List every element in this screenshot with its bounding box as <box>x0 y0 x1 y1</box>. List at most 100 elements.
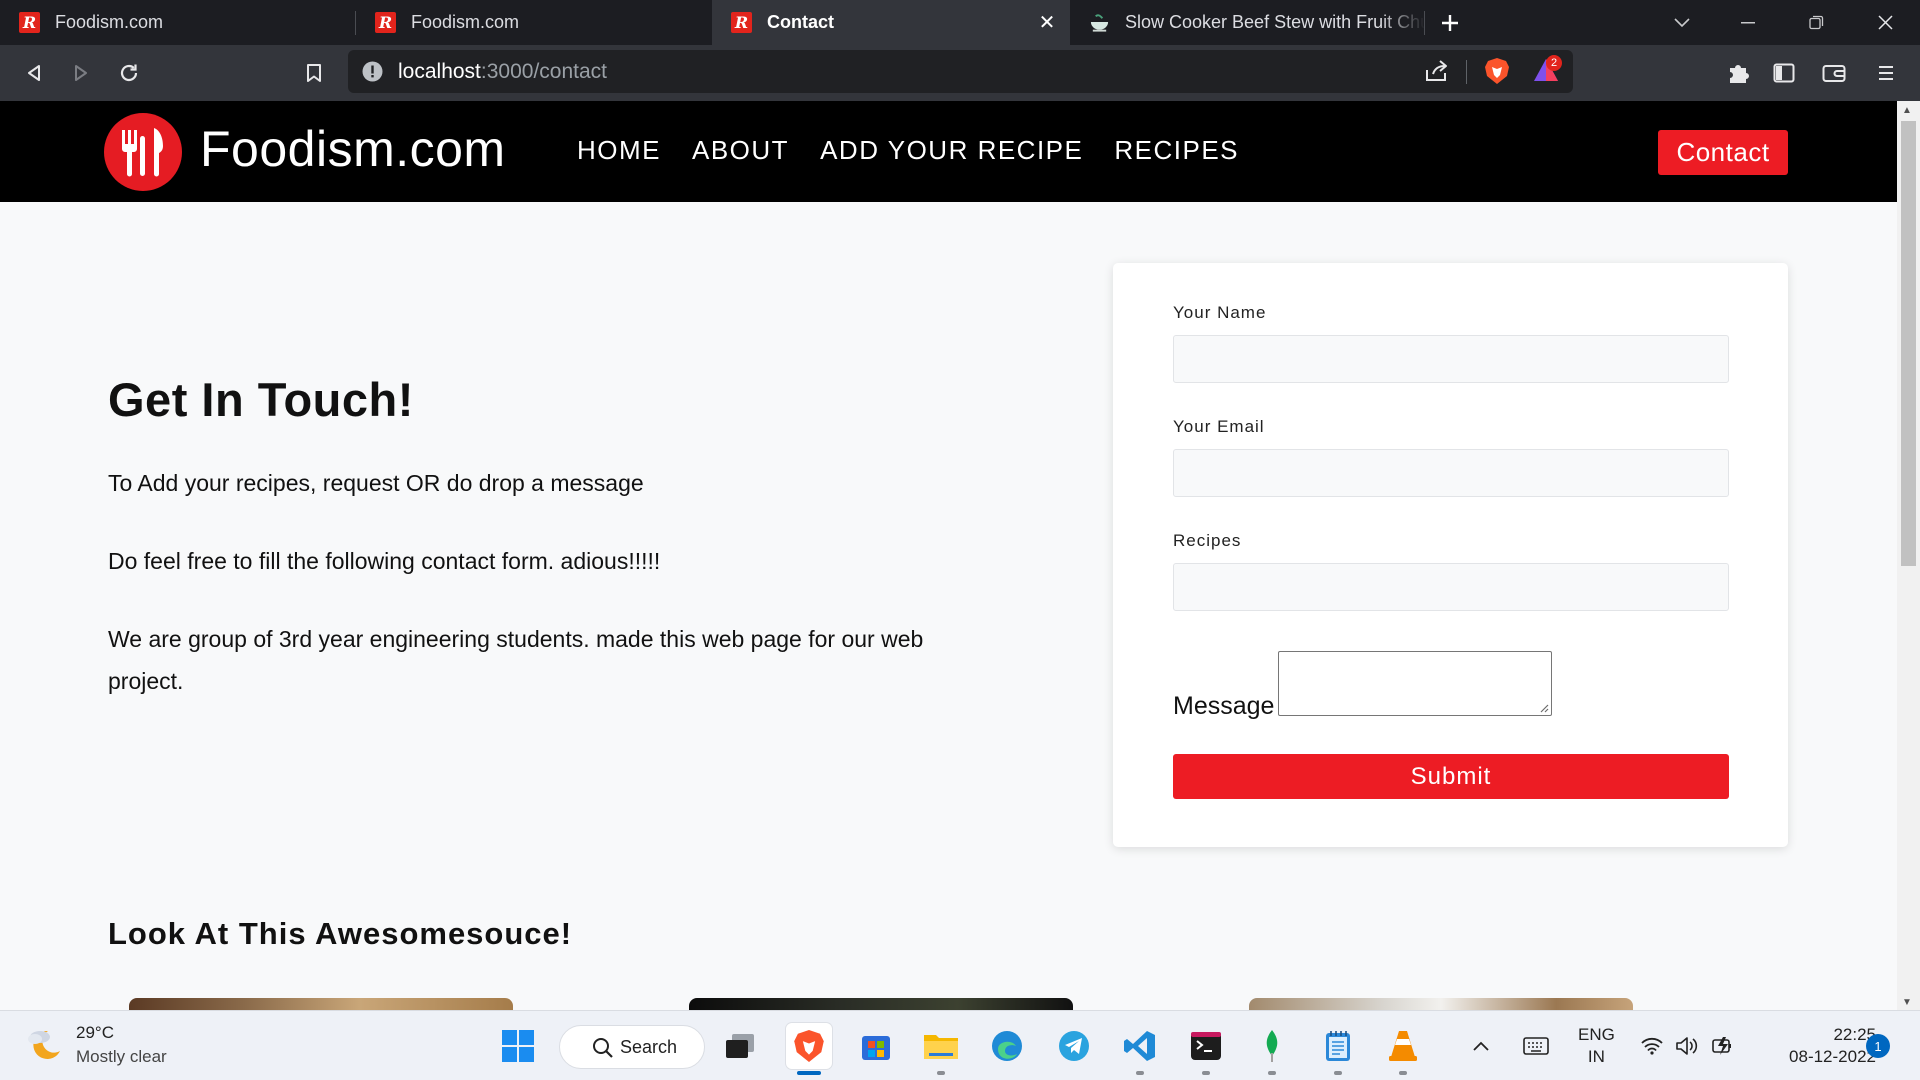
email-label: Your Email <box>1173 417 1265 436</box>
system-clock[interactable]: 22:25 08-12-2022 <box>1762 1024 1876 1068</box>
plus-icon <box>1442 14 1458 31</box>
wallet-icon <box>1822 65 1846 82</box>
tab-contact[interactable]: R Contact ✕ <box>712 0 1070 45</box>
main-menu-button[interactable] <box>1870 57 1902 89</box>
extensions-button[interactable] <box>1722 57 1754 89</box>
minimize-button[interactable] <box>1713 0 1782 45</box>
foodism-logo-icon[interactable] <box>104 113 182 191</box>
reload-button[interactable] <box>113 57 145 89</box>
taskbar-search[interactable]: Search <box>559 1025 705 1069</box>
page-scrollbar[interactable]: ▲ ▼ <box>1897 101 1920 1010</box>
browser-toolbar: localhost:3000/contact 2 <box>0 45 1920 101</box>
weather-temperature[interactable]: 29°C <box>76 1023 114 1043</box>
url-text[interactable]: localhost:3000/contact <box>398 60 607 84</box>
about-paragraph: We are group of 3rd year engineering stu… <box>108 626 924 694</box>
window-controls <box>1651 0 1920 45</box>
show-hidden-icons-button[interactable] <box>1466 1023 1496 1069</box>
taskbar-vlc[interactable] <box>1380 1023 1426 1075</box>
close-icon <box>1878 15 1893 30</box>
wallet-button[interactable] <box>1818 57 1850 89</box>
clock-time: 22:25 <box>1833 1025 1876 1044</box>
forward-button[interactable] <box>65 57 97 89</box>
battery-status[interactable] <box>1706 1023 1742 1069</box>
tab-foodism-1[interactable]: R Foodism.com <box>0 0 356 45</box>
scrollbar-thumb[interactable] <box>1901 121 1916 566</box>
new-tab-button[interactable] <box>1425 0 1475 45</box>
scroll-down-icon[interactable]: ▼ <box>1902 997 1912 1008</box>
search-label: Search <box>620 1036 678 1057</box>
contact-button[interactable]: Contact <box>1658 130 1788 175</box>
taskbar-mongodb[interactable] <box>1249 1023 1295 1075</box>
nav-about[interactable]: ABOUT <box>692 135 789 166</box>
vlc-cone-icon <box>1389 1031 1417 1061</box>
recipe-image-3[interactable] <box>1249 998 1633 1010</box>
tab-foodism-2[interactable]: R Foodism.com <box>356 0 712 45</box>
bookmark-button[interactable] <box>298 57 330 89</box>
brand-name[interactable]: Foodism.com <box>200 120 506 178</box>
edge-icon <box>992 1031 1022 1061</box>
task-view-icon <box>726 1034 754 1058</box>
bookmark-icon <box>307 64 321 82</box>
taskbar-brave[interactable] <box>786 1023 832 1075</box>
email-input[interactable] <box>1173 449 1729 497</box>
brave-shields-icon[interactable] <box>1484 57 1510 90</box>
message-textarea[interactable] <box>1278 651 1552 716</box>
chevron-up-icon <box>1473 1041 1489 1051</box>
nav-recipes[interactable]: RECIPES <box>1114 135 1239 166</box>
taskbar-store[interactable] <box>853 1023 899 1069</box>
mongodb-leaf-icon <box>1266 1030 1278 1062</box>
tab-title: Contact <box>767 12 834 32</box>
tab-search-button[interactable] <box>1651 0 1713 45</box>
start-button[interactable] <box>495 1023 541 1069</box>
task-view-button[interactable] <box>717 1023 763 1069</box>
nav-add-your-recipe[interactable]: ADD YOUR RECIPE <box>820 135 1083 166</box>
taskbar-edge[interactable] <box>984 1023 1030 1069</box>
address-bar[interactable]: localhost:3000/contact 2 <box>348 50 1573 93</box>
restore-icon <box>1809 15 1824 30</box>
tab-slow-cooker[interactable]: Slow Cooker Beef Stew with Fruit Chutney <box>1070 0 1425 45</box>
speaker-icon <box>1676 1037 1698 1055</box>
share-icon[interactable] <box>1424 59 1450 88</box>
wifi-status[interactable] <box>1634 1023 1670 1069</box>
notepad-icon <box>1326 1031 1350 1061</box>
browser-tab-bar: R Foodism.com R Foodism.com R Contact ✕ … <box>0 0 1920 45</box>
nav-home[interactable]: HOME <box>577 135 661 166</box>
touch-keyboard-button[interactable] <box>1516 1023 1556 1069</box>
foodism-favicon-icon: R <box>19 12 40 33</box>
url-host: localhost <box>398 60 481 83</box>
volume-status[interactable] <box>1670 1023 1706 1069</box>
taskbar-file-explorer[interactable] <box>918 1023 964 1075</box>
close-tab-icon[interactable]: ✕ <box>1036 11 1058 34</box>
restore-button[interactable] <box>1782 0 1851 45</box>
page-title: Get In Touch! <box>108 373 414 426</box>
tab-separator <box>1424 11 1425 35</box>
taskbar-telegram[interactable] <box>1051 1023 1097 1069</box>
submit-button[interactable]: Submit <box>1173 754 1729 799</box>
back-button[interactable] <box>18 57 50 89</box>
taskbar-vscode[interactable] <box>1117 1023 1163 1075</box>
message-label: Message <box>1173 692 1275 720</box>
resize-grip-icon[interactable] <box>1537 701 1549 713</box>
close-window-button[interactable] <box>1851 0 1920 45</box>
notification-badge[interactable]: 1 <box>1866 1034 1890 1058</box>
recipe-image-2[interactable] <box>689 998 1073 1010</box>
scroll-up-icon[interactable]: ▲ <box>1902 105 1912 116</box>
taskbar-terminal[interactable] <box>1183 1023 1229 1075</box>
search-icon <box>593 1038 613 1058</box>
recipe-image-1[interactable] <box>129 998 513 1010</box>
sidebar-button[interactable] <box>1768 57 1800 89</box>
recipes-label: Recipes <box>1173 531 1242 550</box>
language-indicator[interactable]: ENG IN <box>1578 1024 1615 1068</box>
puzzle-icon <box>1730 65 1749 83</box>
site-info-icon[interactable] <box>362 61 383 87</box>
name-input[interactable] <box>1173 335 1729 383</box>
vscode-icon <box>1124 1031 1155 1061</box>
tab-title: Slow Cooker Beef Stew with Fruit Chutney <box>1125 12 1425 32</box>
weather-description[interactable]: Mostly clear <box>76 1047 167 1067</box>
running-indicator <box>1334 1071 1342 1075</box>
minimize-icon <box>1740 21 1755 23</box>
url-path: :3000/contact <box>480 60 607 83</box>
recipes-input[interactable] <box>1173 563 1729 611</box>
taskbar-notepad[interactable] <box>1315 1023 1361 1075</box>
weather-moon-icon[interactable] <box>26 1025 64 1070</box>
